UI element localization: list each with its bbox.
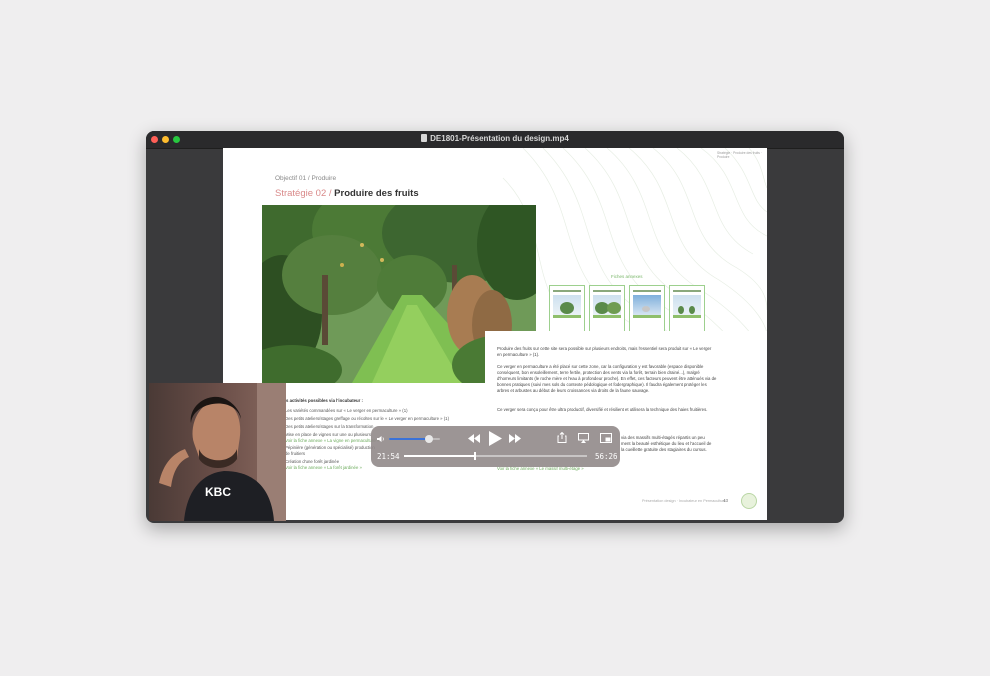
thumbnail-ground-2 [593,315,621,318]
activity-item-6: Création d'une forêt jardinée [285,459,340,464]
thumbnail-title-3 [633,290,661,292]
webcam-overlay: KBC [149,383,286,521]
activity-item-4: Mise en place de vignes sur une ou plusi… [285,432,371,437]
tree-icon [678,306,684,314]
volume-slider[interactable] [389,435,440,443]
fast-forward-icon[interactable] [509,434,521,443]
volume-level [389,438,429,440]
thumbnail-ground-4 [673,315,701,318]
strategy-label: Stratégie 02 / [275,188,332,199]
thumbnail-ground-1 [553,315,581,318]
incubator-logo [741,493,757,509]
link-foret-annex[interactable]: Voir la fiche annexe « La forêt jardinée… [285,465,362,470]
activity-item-5: Pépinière (génération ou spécialisé) pro… [285,445,375,450]
document-icon [421,134,428,142]
progress-bar[interactable] [404,452,587,460]
total-time: 56:26 [595,452,618,461]
paragraph-3: Ce verger sera conçu pour être ultra pro… [497,407,708,412]
tree-icon [607,302,621,314]
house-icon [642,306,650,312]
tree-icon [689,306,695,314]
thumbnail-ground-3 [633,315,661,318]
playhead[interactable] [474,452,476,460]
volume-icon[interactable] [377,435,385,443]
paragraph-1: Produire des fruits sur cette site sera … [497,346,712,357]
tree-icon [560,302,574,314]
slide-breadcrumb: Objectif 01 / Produire [275,175,337,182]
thumbnail-title-2 [593,290,621,292]
annex-thumbnail-4[interactable] [669,285,705,336]
thumbnail-sky-4 [673,295,701,317]
thumbnail-title-4 [673,290,701,292]
activities-title: Les activités possibles via l'incubateur… [281,398,363,403]
strategy-title: Produire des fruits [334,188,419,199]
annex-thumbnail-2[interactable] [589,285,625,336]
rewind-icon[interactable] [468,434,480,443]
fiches-label: Fiches annexes [611,274,643,279]
paragraph-4-line-3: la cueillette gratuite des stagiaires du… [621,447,707,452]
annex-thumbnail-1[interactable] [549,285,585,336]
volume-knob[interactable] [424,435,433,443]
playback-controls: 21:54 56:26 [371,426,620,467]
annex-thumbnail-3[interactable] [629,285,665,336]
window-title: DE1801-Présentation du design.mp4 [146,134,844,143]
share-icon[interactable] [557,432,567,443]
title-bar[interactable]: DE1801-Présentation du design.mp4 [146,131,844,149]
page-number: 43 [723,498,729,503]
activity-item-3: Des petits ateliers/stages sur la transf… [285,424,374,429]
picture-in-picture-icon[interactable] [600,433,612,443]
activity-item-1: Les variétés commandées sur « Le verger … [285,408,408,413]
thumbnail-title-1 [553,290,581,292]
activity-item-5-cont: de fruitiers [285,451,306,456]
webcam-scene: KBC [149,383,286,521]
current-time: 21:54 [377,452,400,461]
slide-header-nav: Stratégie · Produire des fruits · Produi… [717,151,762,159]
activity-item-2: Des petits ateliers/stages greffage ou r… [285,416,450,421]
progress-fill [404,455,475,457]
play-icon[interactable] [488,431,502,446]
slide-footer: Présentation design · Incubateur en Perm… [642,499,726,503]
airplay-icon[interactable] [578,433,589,443]
slide-title: Stratégie 02 / Produire des fruits [275,188,419,199]
window-title-text: DE1801-Présentation du design.mp4 [430,134,569,143]
paragraph-2: Ce verger en permaculture a été placé su… [497,364,717,393]
shirt-text: KBC [205,485,231,499]
link-vigne-annex[interactable]: Voir la fiche annexe « La vigne en perma… [285,438,379,443]
